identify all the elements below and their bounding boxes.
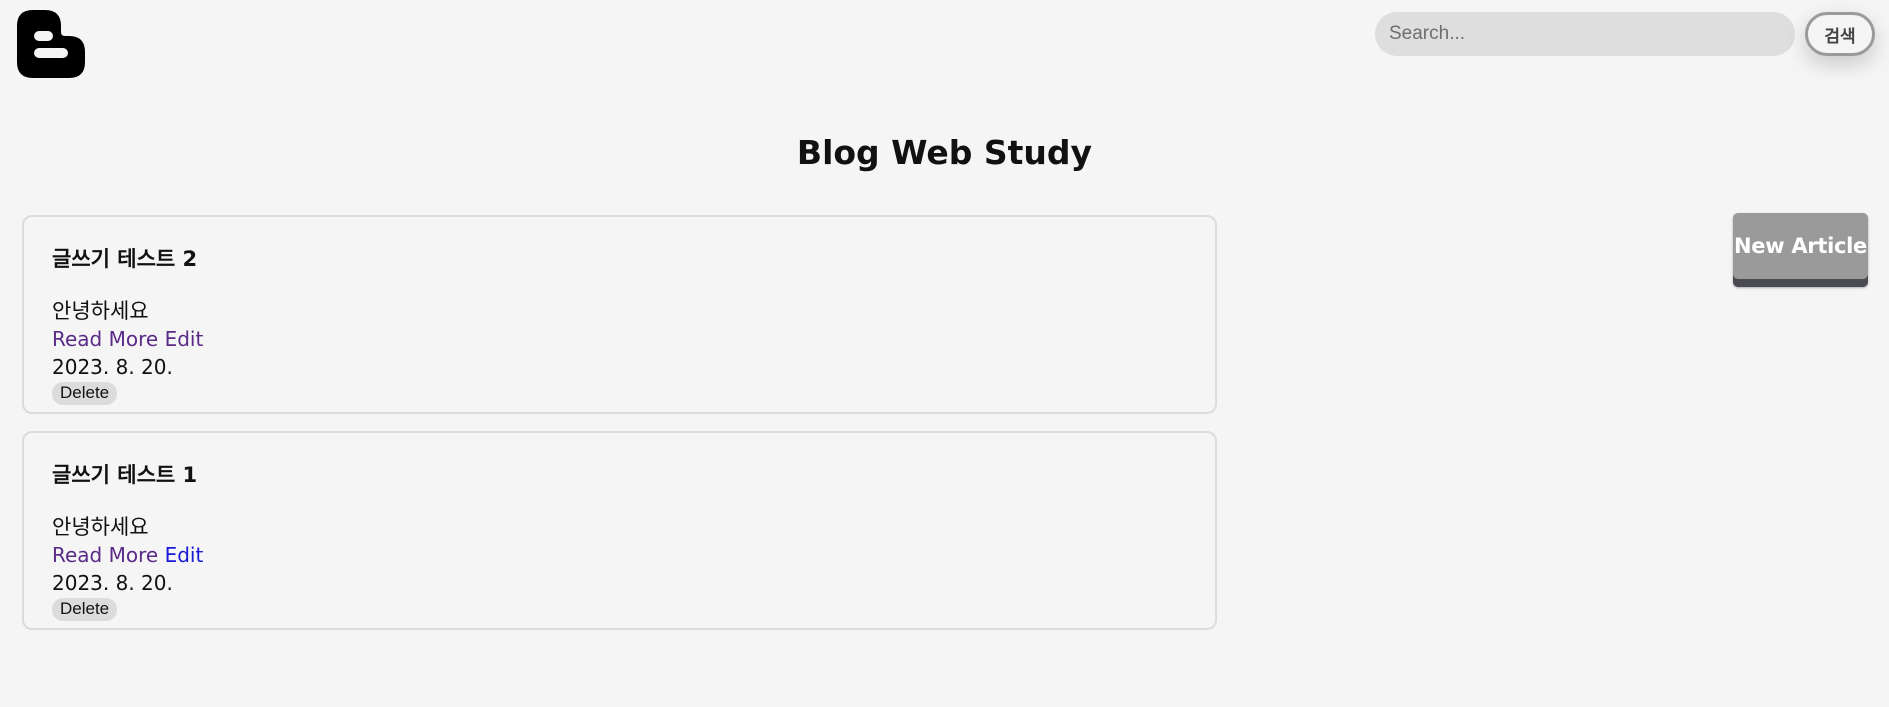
article-date: 2023. 8. 20. (52, 571, 173, 595)
article-title: 글쓰기 테스트 1 (52, 463, 198, 487)
article-date: 2023. 8. 20. (52, 355, 173, 379)
page: 검색 Blog Web Study New Article 글쓰기 테스트 2 … (0, 0, 1889, 707)
search-input[interactable] (1375, 12, 1795, 56)
read-more-link[interactable]: Read More (52, 327, 158, 351)
edit-link[interactable]: Edit (165, 327, 204, 351)
article-links: Read More Edit (52, 541, 1187, 569)
article-body: 안녕하세요 (52, 515, 149, 539)
new-article-button[interactable]: New Article (1733, 213, 1868, 287)
blogger-logo-icon[interactable] (17, 10, 85, 78)
read-more-link[interactable]: Read More (52, 543, 158, 567)
article-title: 글쓰기 테스트 2 (52, 247, 198, 271)
delete-button[interactable]: Delete (52, 598, 118, 621)
article-card: 글쓰기 테스트 2 안녕하세요 Read More Edit 2023. 8. … (22, 215, 1217, 414)
edit-link[interactable]: Edit (165, 543, 204, 567)
delete-button[interactable]: Delete (52, 382, 118, 405)
article-links: Read More Edit (52, 325, 1187, 353)
page-title: Blog Web Study (796, 133, 1093, 172)
search-button[interactable]: 검색 (1805, 12, 1875, 56)
article-list: 글쓰기 테스트 2 안녕하세요 Read More Edit 2023. 8. … (22, 215, 1217, 647)
article-card: 글쓰기 테스트 1 안녕하세요 Read More Edit 2023. 8. … (22, 431, 1217, 630)
article-body: 안녕하세요 (52, 299, 149, 323)
